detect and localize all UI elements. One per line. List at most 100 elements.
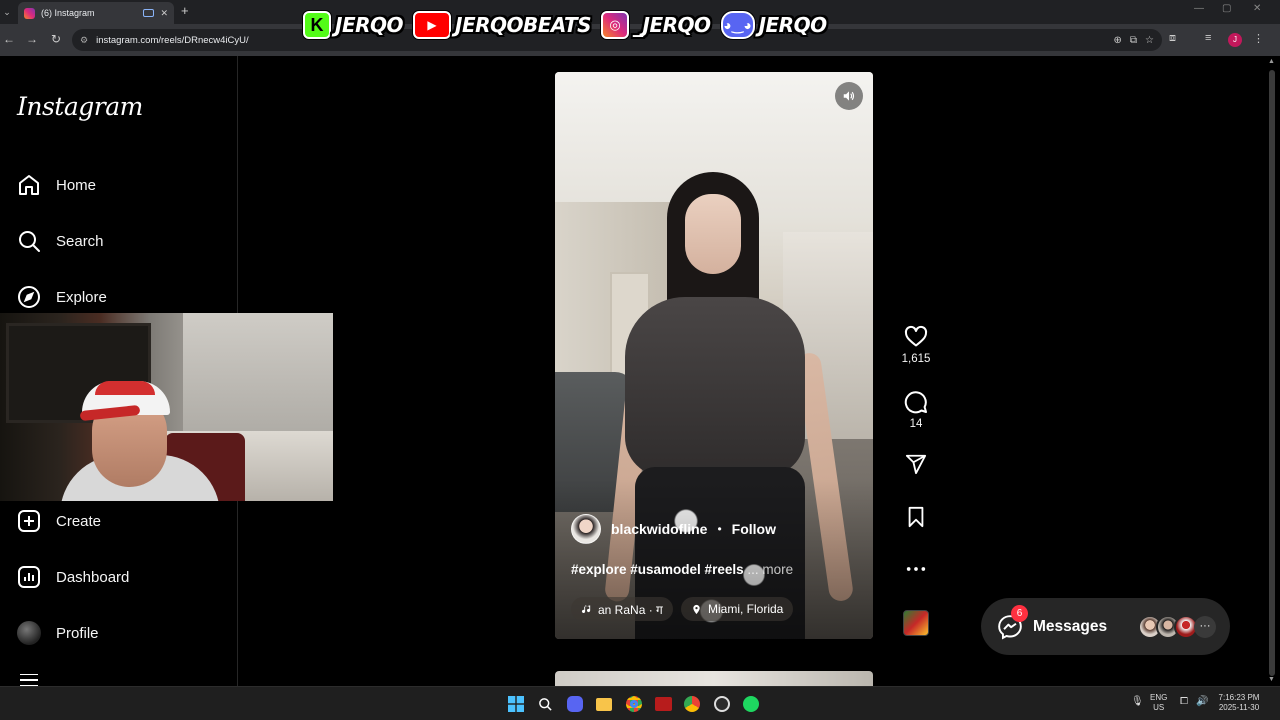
banner-instagram: ◎ _JERQO [601, 11, 711, 39]
reel-author-separator: • [717, 522, 722, 536]
site-info-icon[interactable]: ⚙ [80, 35, 88, 46]
home-icon [16, 172, 42, 198]
volume-icon[interactable]: 🔊 [1196, 697, 1208, 707]
instagram-favicon-icon [24, 7, 35, 19]
reel-caption-more[interactable]: ... more [747, 562, 793, 577]
clock-date: 2025-11-30 [1218, 703, 1260, 712]
taskbar-search-icon[interactable] [536, 695, 554, 713]
browser-tab-instagram[interactable]: (6) Instagram ✕ [18, 2, 174, 24]
comment-count[interactable]: 14 [910, 418, 923, 430]
webcam-cap-logo [95, 381, 155, 395]
reload-icon[interactable]: ↻ [48, 32, 64, 46]
reel-author-username[interactable]: blackwidofline [611, 521, 707, 537]
tab-media-playing-icon[interactable] [143, 9, 155, 17]
sidebar-item-dashboard[interactable]: Dashboard [16, 562, 129, 592]
youtube-logo-icon: ▶ [413, 11, 452, 39]
clock-time: 7:16:23 PM [1218, 693, 1260, 702]
comment-bubble-icon[interactable] [904, 390, 928, 414]
paper-plane-icon[interactable] [905, 453, 927, 475]
network-icon[interactable]: ⧠ [1180, 697, 1188, 707]
messages-button[interactable]: 6 Messages ··· [981, 598, 1230, 655]
chrome-menu-icon[interactable]: ⋮ [1253, 32, 1264, 45]
language-bottom: US [1153, 703, 1165, 712]
page-scrollbar[interactable]: ▲ ▼ [1264, 56, 1280, 686]
sidebar-item-label: Home [56, 176, 97, 194]
bookmark-icon[interactable] [905, 506, 927, 528]
sidebar-item-create[interactable]: Create [16, 506, 101, 536]
chrome-taskbar-icon[interactable] [625, 695, 643, 713]
reel-audio-pill[interactable]: an RaNa · ग [571, 597, 673, 621]
sidebar-item-label: Dashboard [56, 568, 130, 586]
language-indicator[interactable]: ENG US [1150, 693, 1167, 713]
sidebar-item-label: Explore [56, 288, 107, 306]
profile-avatar-icon [16, 620, 42, 646]
reel-audio-name: an RaNa · ग [598, 602, 663, 617]
plus-square-icon [16, 508, 42, 534]
reel-location-pill[interactable]: Miami, Florida [681, 597, 794, 621]
more-dots-icon: ··· [1194, 615, 1216, 638]
file-explorer-icon[interactable] [595, 695, 613, 713]
like-action[interactable]: 1,615 [896, 325, 936, 365]
sidebar-item-profile[interactable]: Profile [16, 618, 99, 648]
browser-profile-avatar[interactable]: J [1228, 33, 1242, 47]
system-clock[interactable]: 7:16:23 PM 2025-11-30 [1216, 693, 1262, 713]
instagram-logo-icon: ◎ [601, 11, 630, 39]
forward-arrow-icon[interactable]: → [24, 32, 40, 46]
media-queue-icon[interactable]: ≡ [1205, 32, 1211, 44]
location-pin-icon [693, 604, 700, 614]
sidebar-item-explore[interactable]: Explore [16, 282, 107, 312]
comment-action[interactable]: 14 [896, 390, 936, 430]
sidebar-item-home[interactable]: Home [16, 170, 96, 200]
window-maximize-icon[interactable]: ▢ [1222, 3, 1231, 14]
reel-audio-thumbnail[interactable] [903, 610, 929, 636]
streamer-webcam-overlay [0, 313, 333, 501]
tab-close-icon[interactable]: ✕ [160, 8, 168, 19]
sidebar-item-label: Create [56, 512, 102, 530]
kick-handle: JERQO [335, 13, 404, 37]
install-app-icon[interactable]: ⧉ [1130, 35, 1137, 46]
extensions-puzzle-icon[interactable]: ⧈ [1169, 32, 1176, 45]
language-top: ENG [1150, 693, 1168, 702]
new-tab-plus-icon[interactable]: + [181, 3, 189, 19]
tab-search-chevron-icon[interactable]: ⌄ [0, 3, 14, 21]
instagram-logo[interactable]: Instagram [17, 92, 143, 121]
more-options-action[interactable] [896, 560, 936, 578]
reel-caption-hashtags[interactable]: #explore #usamodel #reels [571, 562, 744, 577]
chrome-active-taskbar-icon[interactable] [683, 695, 701, 713]
discord-taskbar-icon[interactable] [566, 695, 584, 713]
follow-button[interactable]: Follow [732, 521, 776, 537]
reel-author-avatar[interactable] [571, 514, 601, 544]
share-action[interactable] [896, 453, 936, 475]
sidebar-item-more[interactable] [16, 674, 42, 686]
more-dots-icon[interactable] [905, 560, 927, 578]
messages-label: Messages [1033, 617, 1108, 635]
avatar [17, 621, 41, 645]
obs-recording-icon[interactable] [654, 695, 672, 713]
spotify-icon[interactable] [742, 695, 760, 713]
scroll-up-arrow-icon[interactable]: ▲ [1268, 58, 1275, 65]
windows-taskbar: 🎙 ENG US ⧠ 🔊 7:16:23 PM 2025-11-30 [0, 686, 1280, 720]
obs-studio-icon[interactable] [713, 695, 731, 713]
tab-title: (6) Instagram [41, 8, 95, 18]
sidebar-item-search[interactable]: Search [16, 226, 104, 256]
reel-video[interactable]: blackwidofline • Follow #explore #usamod… [555, 72, 873, 639]
banner-youtube: ▶ JERQOBEATS [413, 11, 592, 39]
discord-handle: JERQO [758, 13, 828, 37]
kick-logo-icon: K [303, 11, 331, 39]
like-count[interactable]: 1,615 [902, 353, 931, 365]
bookmark-star-icon[interactable]: ☆ [1145, 35, 1154, 46]
heart-icon[interactable] [904, 325, 928, 349]
zoom-icon[interactable]: ⊕ [1114, 35, 1122, 46]
back-arrow-icon[interactable]: ← [1, 32, 17, 46]
music-note-icon [581, 604, 591, 613]
window-close-icon[interactable]: ✕ [1253, 3, 1261, 14]
scrollbar-thumb[interactable] [1269, 70, 1275, 676]
speaker-icon [843, 91, 855, 101]
microphone-icon[interactable]: 🎙 [1131, 697, 1144, 707]
reel-sound-toggle[interactable] [835, 82, 863, 110]
youtube-handle: JERQOBEATS [455, 13, 592, 37]
window-minimize-icon[interactable]: — [1194, 3, 1204, 14]
scroll-down-arrow-icon[interactable]: ▼ [1268, 676, 1275, 683]
windows-start-icon[interactable] [507, 695, 525, 713]
save-action[interactable] [896, 506, 936, 528]
